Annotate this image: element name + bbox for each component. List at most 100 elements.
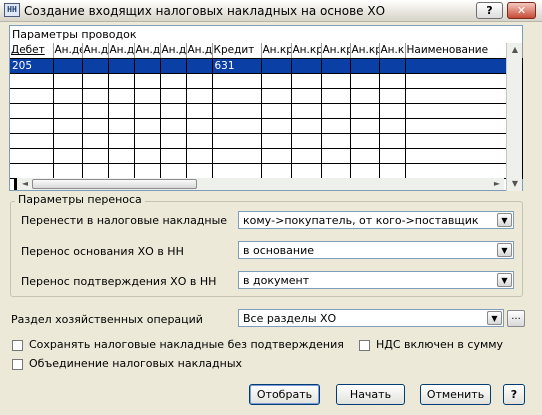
table-cell[interactable] <box>53 133 83 149</box>
table-cell[interactable] <box>212 163 262 179</box>
table-cell[interactable] <box>405 58 519 74</box>
table-cell[interactable] <box>108 163 135 179</box>
grid-vertical-scrollbar[interactable]: ▲ ▼ <box>506 43 522 191</box>
table-cell[interactable] <box>212 148 262 164</box>
scroll-up-icon[interactable]: ▲ <box>507 43 523 57</box>
table-cell[interactable] <box>261 58 292 74</box>
table-row[interactable] <box>10 88 523 104</box>
table-cell[interactable] <box>405 148 519 164</box>
table-cell[interactable] <box>405 133 519 149</box>
scroll-right-icon[interactable]: ► <box>490 178 504 190</box>
dropdown-arrow-icon[interactable]: ▼ <box>497 273 512 287</box>
table-row[interactable] <box>10 133 523 149</box>
table-cell[interactable] <box>261 118 292 134</box>
table-cell[interactable] <box>321 148 351 164</box>
table-cell[interactable] <box>53 148 83 164</box>
table-cell[interactable] <box>212 73 262 89</box>
table-cell[interactable] <box>53 88 83 104</box>
table-cell[interactable] <box>160 133 187 149</box>
table-cell[interactable] <box>379 148 406 164</box>
table-cell[interactable]: 205 <box>10 58 54 74</box>
table-cell[interactable] <box>291 163 322 179</box>
grid-horizontal-scrollbar[interactable]: ◄ ► <box>14 178 504 190</box>
table-cell[interactable] <box>186 118 213 134</box>
table-cell[interactable] <box>82 73 109 89</box>
title-bar[interactable]: НН Создание входящих налоговых накладных… <box>0 0 542 22</box>
table-cell[interactable] <box>53 118 83 134</box>
table-cell[interactable] <box>405 73 519 89</box>
table-cell[interactable] <box>350 118 380 134</box>
table-cell[interactable] <box>134 148 161 164</box>
table-cell[interactable] <box>134 88 161 104</box>
table-cell[interactable] <box>350 148 380 164</box>
table-cell[interactable] <box>82 88 109 104</box>
table-cell[interactable] <box>405 118 519 134</box>
table-cell[interactable] <box>261 148 292 164</box>
scroll-left-icon[interactable]: ◄ <box>18 178 32 190</box>
grid-column-header[interactable]: Ан.де <box>108 43 135 59</box>
table-cell[interactable] <box>160 73 187 89</box>
table-cell[interactable] <box>10 133 54 149</box>
table-cell[interactable] <box>134 103 161 119</box>
table-cell[interactable] <box>10 73 54 89</box>
table-row[interactable] <box>10 103 523 119</box>
table-row[interactable] <box>10 163 523 179</box>
grid-column-header[interactable]: Ан.де <box>134 43 161 59</box>
table-cell[interactable] <box>321 163 351 179</box>
table-cell[interactable] <box>405 88 519 104</box>
table-cell[interactable] <box>350 163 380 179</box>
grid-column-header[interactable]: Ан.де <box>186 43 213 59</box>
confirmation-transfer-select[interactable]: в документ ▼ <box>238 271 514 289</box>
vat-included-checkbox[interactable] <box>359 340 370 351</box>
grid-column-header[interactable]: Дебет <box>10 43 54 59</box>
table-cell[interactable] <box>134 133 161 149</box>
grid-column-header[interactable]: Ан.кр <box>291 43 322 59</box>
scroll-down-icon[interactable]: ▼ <box>507 177 523 191</box>
table-cell[interactable] <box>108 73 135 89</box>
table-cell[interactable] <box>53 58 83 74</box>
table-row[interactable] <box>10 118 523 134</box>
title-help-button[interactable]: ? <box>476 2 503 19</box>
table-cell[interactable] <box>405 103 519 119</box>
table-row[interactable]: 205631Д <box>10 58 523 74</box>
table-cell[interactable] <box>134 58 161 74</box>
table-cell[interactable] <box>261 133 292 149</box>
table-cell[interactable] <box>186 58 213 74</box>
table-cell[interactable] <box>108 118 135 134</box>
operations-section-browse-button[interactable]: ... <box>507 310 525 327</box>
dropdown-arrow-icon[interactable]: ▼ <box>497 243 512 257</box>
table-cell[interactable] <box>108 88 135 104</box>
merge-invoices-checkbox[interactable] <box>12 359 23 370</box>
table-cell[interactable] <box>350 133 380 149</box>
table-cell[interactable] <box>405 163 519 179</box>
close-button[interactable]: ✕ <box>507 2 536 19</box>
dropdown-arrow-icon[interactable]: ▼ <box>487 311 502 325</box>
table-cell[interactable] <box>82 58 109 74</box>
cancel-button[interactable]: Отменить <box>420 384 491 405</box>
dropdown-arrow-icon[interactable]: ▼ <box>497 213 512 227</box>
table-cell[interactable] <box>379 133 406 149</box>
table-cell[interactable] <box>321 58 351 74</box>
table-cell[interactable] <box>134 118 161 134</box>
table-cell[interactable] <box>53 163 83 179</box>
table-cell[interactable] <box>10 163 54 179</box>
table-row[interactable] <box>10 148 523 164</box>
grid-column-header[interactable]: Наименование <box>405 43 519 59</box>
table-cell[interactable] <box>53 73 83 89</box>
table-cell[interactable] <box>186 133 213 149</box>
table-cell[interactable] <box>134 163 161 179</box>
table-cell[interactable] <box>212 88 262 104</box>
table-cell[interactable] <box>379 118 406 134</box>
table-cell[interactable] <box>82 103 109 119</box>
basis-transfer-select[interactable]: в основание ▼ <box>238 241 514 259</box>
grid-column-header[interactable]: Ан.кр <box>261 43 292 59</box>
select-button[interactable]: Отобрать <box>249 384 320 405</box>
table-cell[interactable] <box>291 58 322 74</box>
table-cell[interactable] <box>261 88 292 104</box>
table-cell[interactable] <box>82 148 109 164</box>
table-cell[interactable] <box>160 88 187 104</box>
table-cell[interactable] <box>186 163 213 179</box>
table-cell[interactable] <box>321 133 351 149</box>
table-cell[interactable] <box>108 58 135 74</box>
table-cell[interactable] <box>350 73 380 89</box>
